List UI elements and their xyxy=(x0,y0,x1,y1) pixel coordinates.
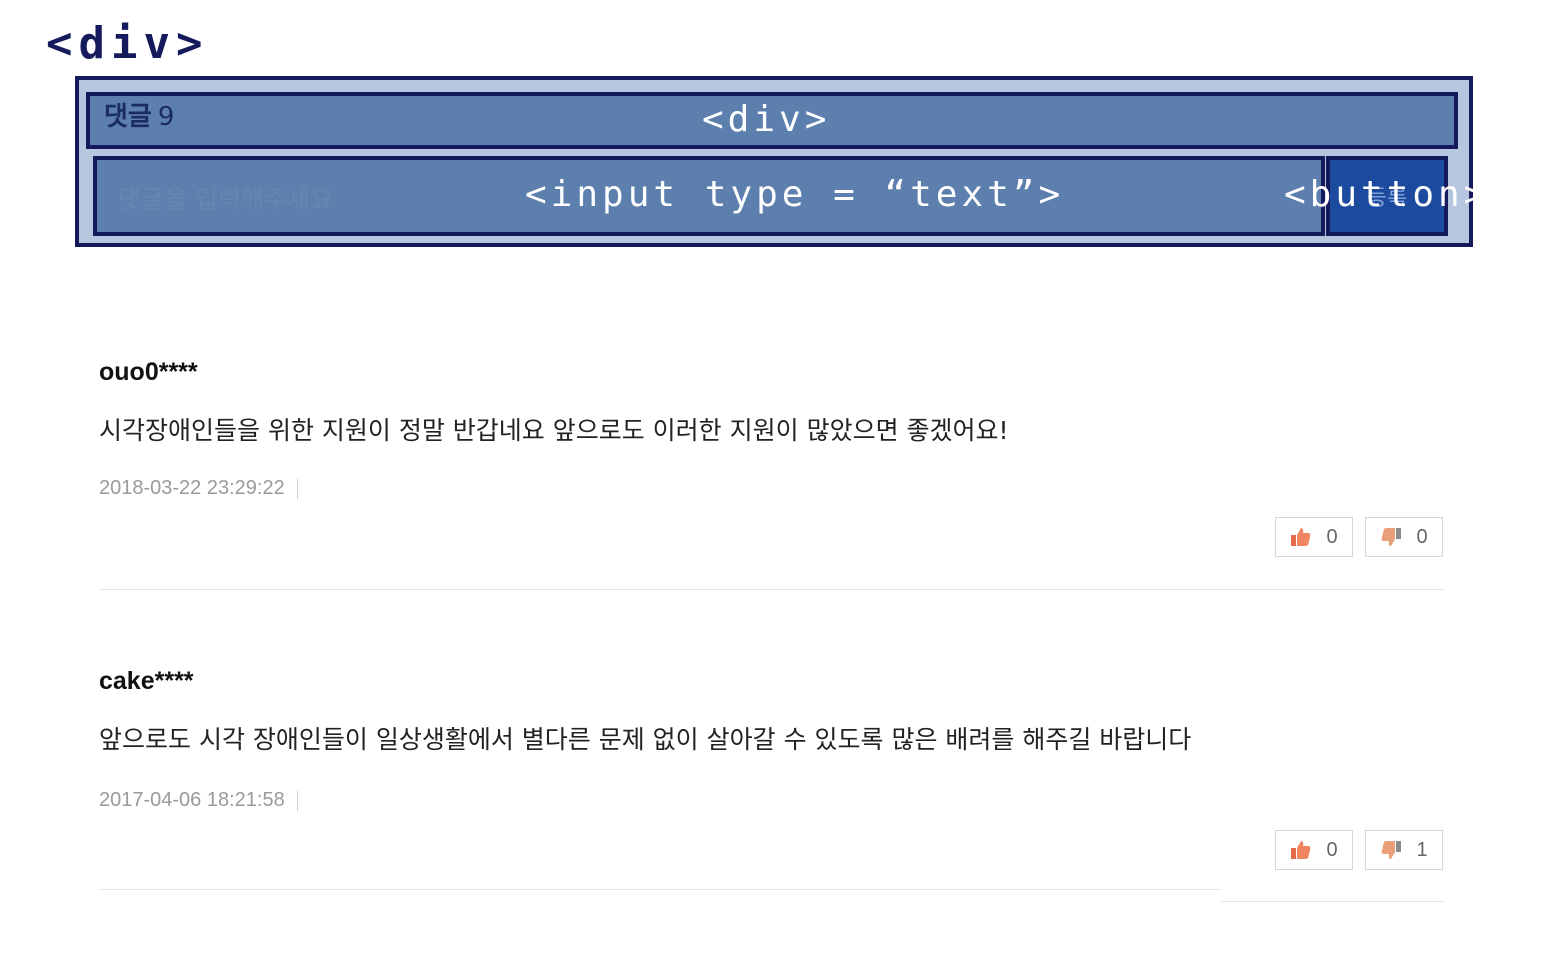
dislike-button[interactable]: 1 xyxy=(1365,830,1443,870)
date-separator xyxy=(296,790,298,811)
dislike-count: 0 xyxy=(1416,525,1428,548)
comment-author: ouo0**** xyxy=(99,358,198,386)
comment-header-title: 댓글 9 xyxy=(104,104,174,130)
button-annotation: <button> xyxy=(1284,174,1490,215)
comment-divider xyxy=(99,889,1221,890)
comment-date-text: 2017-04-06 18:21:58 xyxy=(99,789,285,811)
input-annotation: <input type = “text”> xyxy=(525,174,1065,215)
header-div-annotation: <div> xyxy=(702,99,831,140)
comment-divider xyxy=(99,589,1445,590)
thumbs-up-icon xyxy=(1291,528,1311,546)
thumbs-down-icon xyxy=(1382,841,1402,859)
comment-count: 9 xyxy=(157,102,175,132)
dislike-button[interactable]: 0 xyxy=(1365,517,1443,557)
date-separator xyxy=(296,478,298,499)
like-count: 0 xyxy=(1326,525,1338,548)
comment-date: 2018-03-22 23:29:22 xyxy=(99,478,298,499)
like-button[interactable]: 0 xyxy=(1275,517,1353,557)
comment-author: cake**** xyxy=(99,667,194,695)
outer-div-annotation: <div> xyxy=(46,18,209,69)
comment-divider-tail xyxy=(1221,901,1445,902)
comment-date-text: 2018-03-22 23:29:22 xyxy=(99,477,285,499)
like-count: 0 xyxy=(1326,838,1338,861)
comment-date: 2017-04-06 18:21:58 xyxy=(99,790,298,811)
thumbs-up-icon xyxy=(1291,841,1311,859)
comment-label: 댓글 xyxy=(104,102,152,132)
comment-text: 시각장애인들을 위한 지원이 정말 반갑네요 앞으로도 이러한 지원이 많았으면… xyxy=(99,416,1009,445)
thumbs-down-icon xyxy=(1382,528,1402,546)
like-button[interactable]: 0 xyxy=(1275,830,1353,870)
dislike-count: 1 xyxy=(1416,838,1428,861)
comment-text: 앞으로도 시각 장애인들이 일상생활에서 별다른 문제 없이 살아갈 수 있도록… xyxy=(99,725,1192,754)
